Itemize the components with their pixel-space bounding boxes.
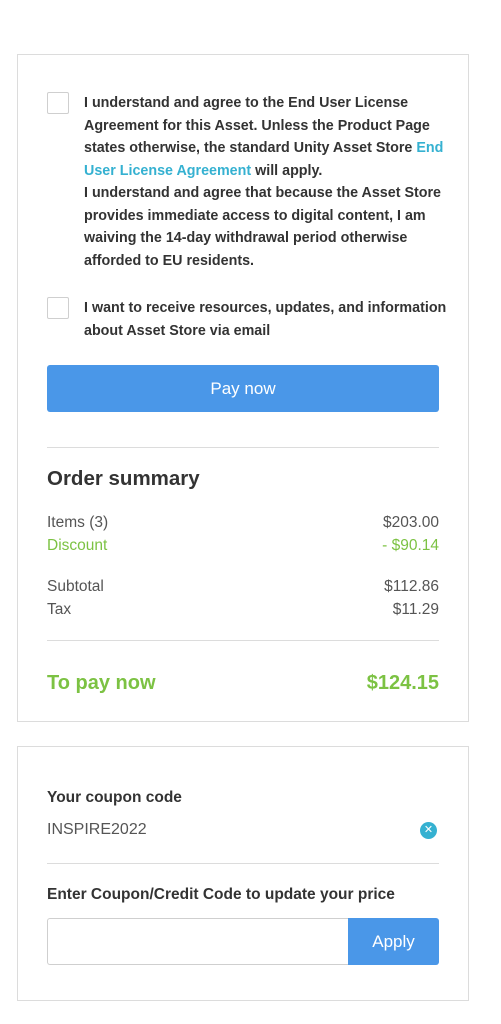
discount-value: - $90.14	[382, 537, 439, 554]
withdrawal-waiver-text: I understand and agree that because the …	[84, 185, 441, 269]
subtotal-value: $112.86	[384, 578, 439, 595]
discount-row: Discount - $90.14	[47, 536, 439, 556]
close-circle-icon[interactable]: ✕	[420, 822, 437, 839]
pay-now-button[interactable]: Pay now	[47, 365, 439, 412]
coupon-code-input[interactable]	[47, 918, 349, 965]
apply-coupon-button[interactable]: Apply	[348, 918, 439, 965]
order-summary-title: Order summary	[47, 467, 200, 490]
license-text-part-2: will apply.	[251, 162, 323, 179]
coupon-heading: Your coupon code	[47, 789, 182, 806]
license-agreement-checkbox[interactable]	[47, 92, 69, 114]
tax-row: Tax $11.29	[47, 600, 439, 620]
items-value: $203.00	[382, 514, 439, 531]
coupon-card: Your coupon code INSPIRE2022 ✕ Enter Cou…	[17, 746, 469, 1001]
subtotal-row: Subtotal $112.86	[47, 577, 439, 597]
newsletter-row: I want to receive resources, updates, an…	[47, 297, 447, 345]
tax-value: $11.29	[392, 601, 439, 618]
coupon-entry-label: Enter Coupon/Credit Code to update your …	[47, 886, 395, 903]
items-label: Items (3)	[47, 514, 109, 531]
applied-coupon-code: INSPIRE2022	[47, 821, 147, 838]
tax-label: Tax	[47, 601, 72, 618]
subtotal-label: Subtotal	[47, 578, 104, 595]
divider	[47, 640, 439, 641]
items-row: Items (3) $203.00	[47, 513, 439, 533]
divider	[47, 447, 439, 448]
license-agreement-row: I understand and agree to the End User L…	[47, 92, 447, 272]
license-agreement-text: I understand and agree to the End User L…	[84, 92, 454, 272]
total-value: $124.15	[366, 672, 439, 694]
newsletter-checkbox[interactable]	[47, 297, 69, 319]
newsletter-text: I want to receive resources, updates, an…	[84, 300, 447, 339]
divider	[47, 863, 439, 864]
total-label: To pay now	[47, 672, 156, 694]
discount-label: Discount	[47, 537, 108, 554]
checkout-card: I understand and agree to the End User L…	[17, 54, 469, 722]
total-row: To pay now $124.15	[47, 670, 439, 696]
license-text-part-1: I understand and agree to the End User L…	[84, 95, 430, 156]
